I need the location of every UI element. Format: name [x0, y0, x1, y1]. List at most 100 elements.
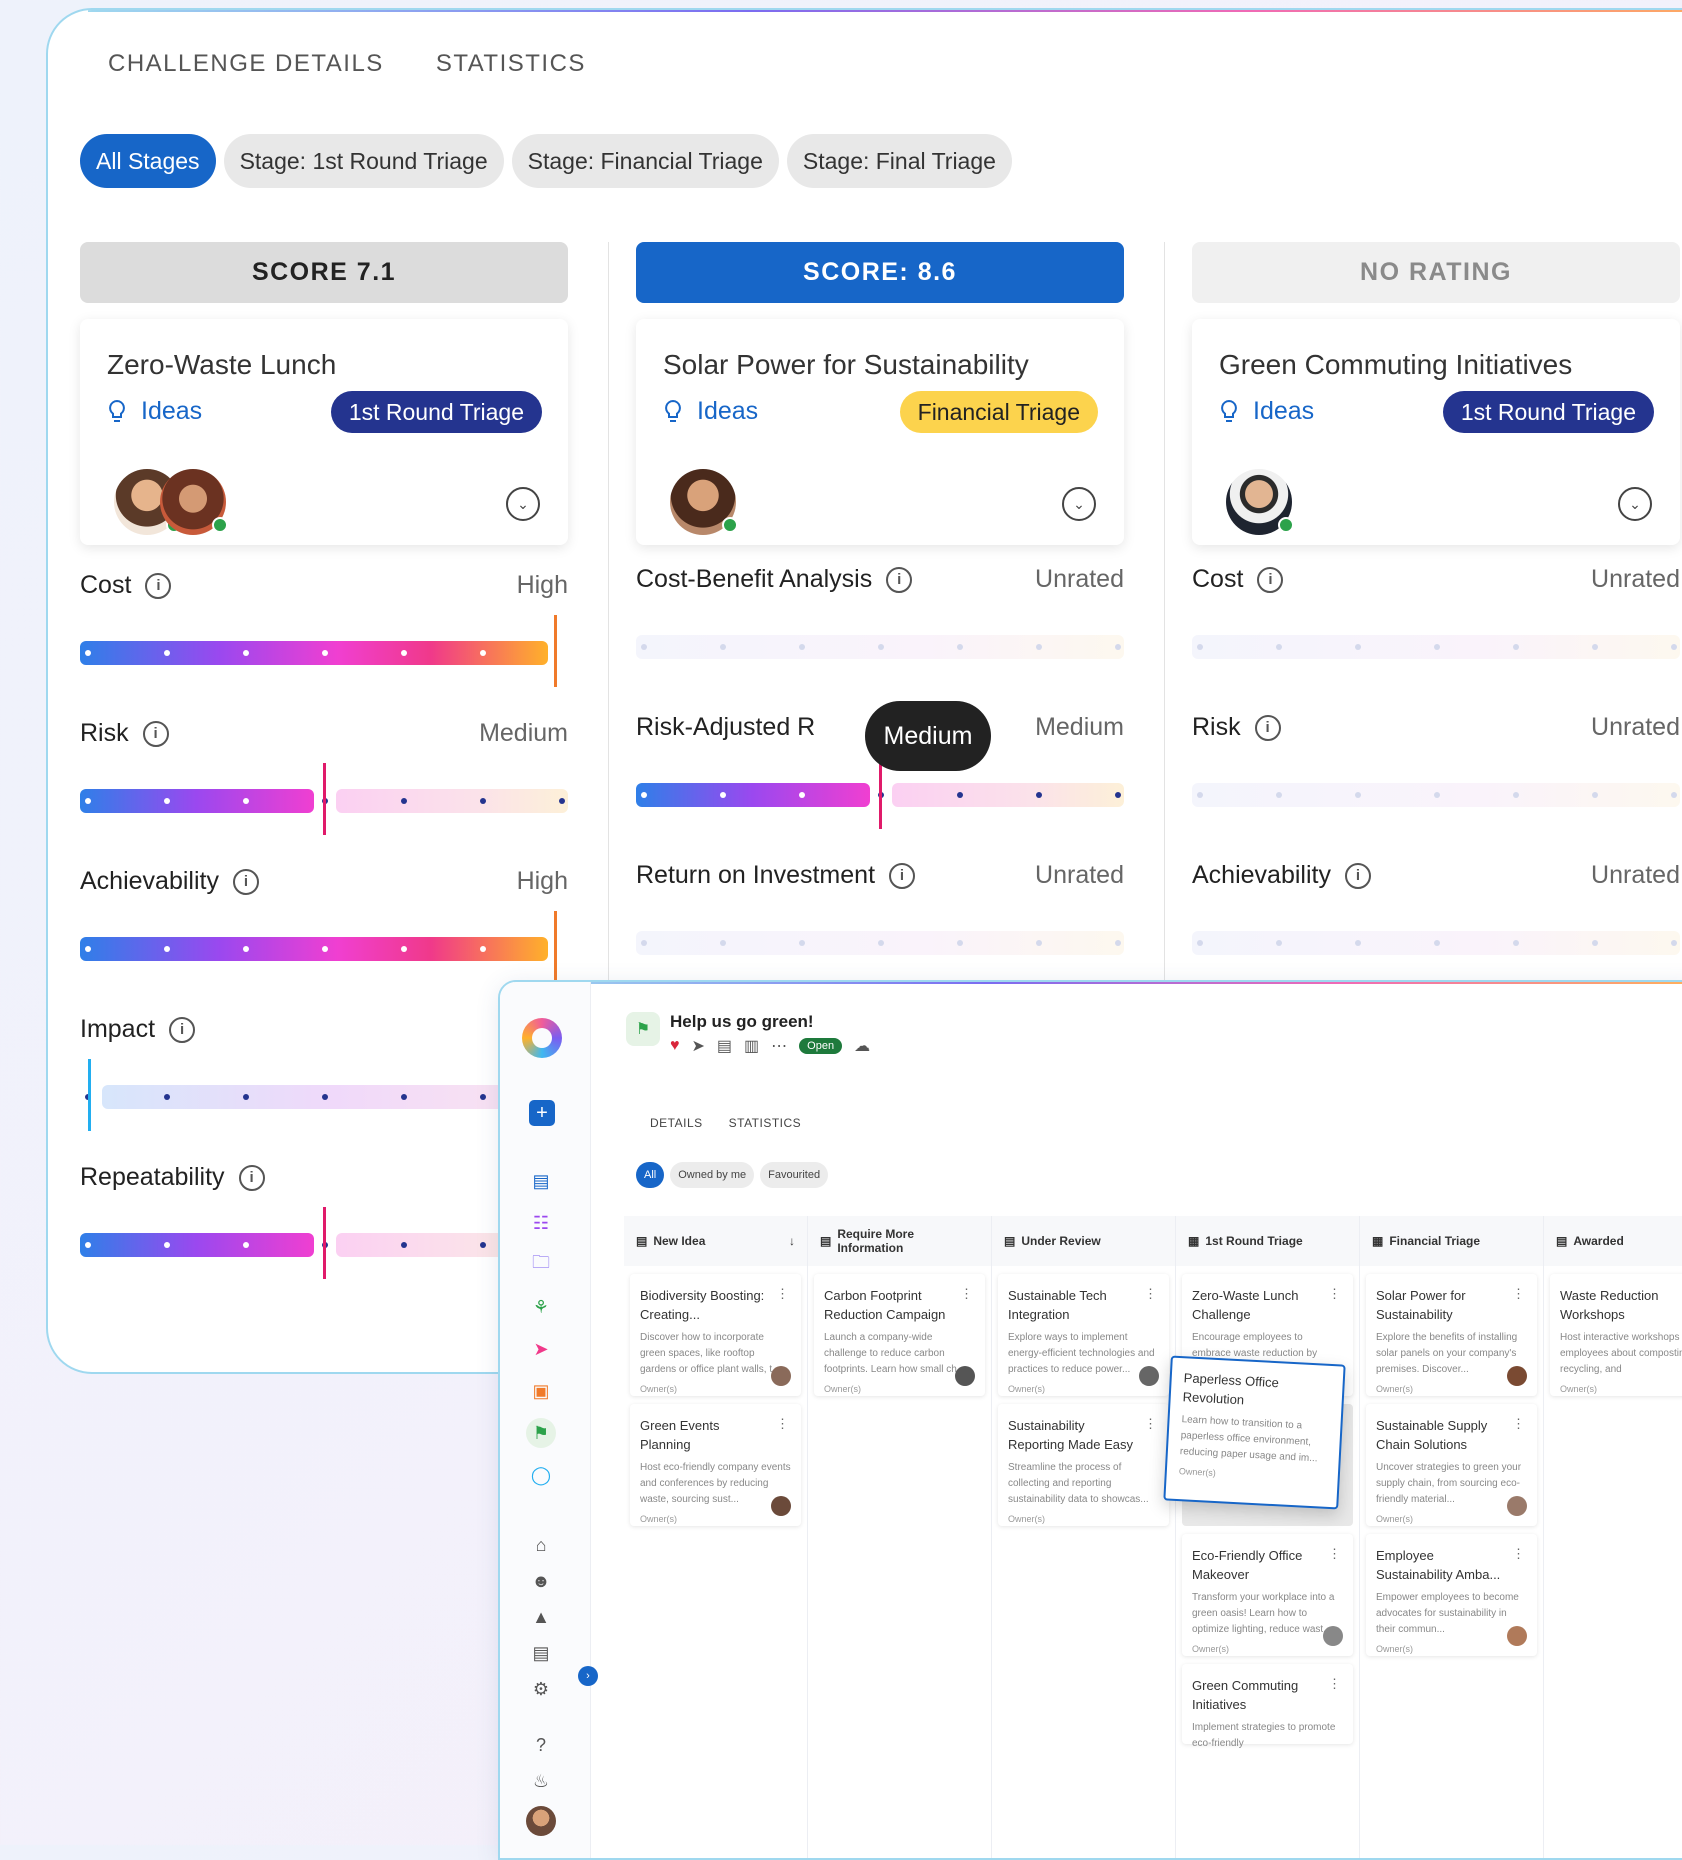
avatar[interactable]	[1507, 1496, 1527, 1516]
clipboard-icon[interactable]: ☷	[526, 1208, 556, 1238]
mountain-icon[interactable]: ▲	[526, 1602, 556, 1632]
slider-handle[interactable]	[554, 911, 557, 983]
filter-financial-triage[interactable]: Stage: Financial Triage	[511, 134, 779, 188]
more-vertical-icon[interactable]: ⋮	[1328, 1676, 1341, 1692]
create-button[interactable]: +	[529, 1100, 555, 1126]
avatar[interactable]	[160, 469, 228, 535]
lightbulb-icon[interactable]: ◯	[526, 1460, 556, 1490]
filter-all[interactable]: All	[636, 1162, 665, 1188]
avatar-group[interactable]	[1226, 469, 1294, 535]
info-icon[interactable]: i	[1257, 566, 1284, 593]
avatar[interactable]	[1139, 1366, 1159, 1386]
column-header[interactable]: ▤ Under Review	[992, 1216, 1175, 1266]
info-icon[interactable]: i	[169, 1016, 196, 1043]
comment-icon[interactable]: ▤	[717, 1036, 732, 1056]
more-vertical-icon[interactable]: ⋮	[776, 1286, 789, 1302]
tab-statistics[interactable]: STATISTICS	[729, 1116, 802, 1130]
user-icon[interactable]: ☻	[526, 1566, 556, 1596]
slider-handle[interactable]	[323, 1207, 326, 1279]
help-icon[interactable]: ?	[526, 1730, 556, 1760]
chevron-down-icon[interactable]: ⌄	[1062, 487, 1096, 521]
hierarchy-icon[interactable]: ⚘	[526, 1292, 556, 1322]
slider-handle[interactable]	[554, 615, 557, 687]
avatar[interactable]	[670, 469, 738, 535]
avatar[interactable]	[1323, 1626, 1343, 1646]
gear-icon[interactable]: ⚙	[526, 1674, 556, 1704]
home-icon[interactable]: ⌂	[526, 1530, 556, 1560]
rocket-icon[interactable]: ➤	[526, 1334, 556, 1364]
share-icon[interactable]: ➤	[692, 1036, 705, 1056]
idea-card[interactable]: Biodiversity Boosting: Creating... Discov…	[630, 1274, 801, 1396]
filter-owned-by-me[interactable]: Owned by me	[670, 1162, 755, 1188]
more-vertical-icon[interactable]: ⋮	[1144, 1286, 1157, 1302]
more-vertical-icon[interactable]: ⋮	[1328, 1286, 1341, 1302]
info-icon[interactable]: i	[232, 868, 259, 895]
more-vertical-icon[interactable]: ⋮	[1512, 1416, 1525, 1432]
column-header[interactable]: ▤ Require More Information	[808, 1216, 991, 1266]
sort-arrow-icon[interactable]: ↓	[789, 1234, 795, 1248]
chart-icon[interactable]: ▤	[526, 1638, 556, 1668]
filter-final-triage[interactable]: Stage: Final Triage	[786, 134, 1012, 188]
slider-handle[interactable]	[88, 1059, 91, 1131]
idea-card[interactable]: Green Commuting Initiatives Implement str…	[1182, 1664, 1353, 1749]
slider-handle[interactable]	[879, 757, 882, 829]
idea-card[interactable]: Green Commuting Initiatives Ideas 1st Ro…	[1192, 319, 1680, 545]
more-vertical-icon[interactable]: ⋮	[776, 1416, 789, 1432]
column-header[interactable]: ▤ New Idea ↓	[624, 1216, 807, 1266]
info-icon[interactable]: i	[238, 1164, 265, 1191]
avatar[interactable]	[771, 1496, 791, 1516]
info-icon[interactable]: i	[142, 720, 169, 747]
idea-card[interactable]: Eco-Friendly Office Makeover Transform yo…	[1182, 1534, 1353, 1656]
idea-card[interactable]: Sustainable Tech Integration Explore ways…	[998, 1274, 1169, 1396]
chevron-down-icon[interactable]: ⌄	[506, 487, 540, 521]
avatar[interactable]	[771, 1366, 791, 1386]
chevron-down-icon[interactable]: ⌄	[1618, 487, 1652, 521]
idea-category[interactable]: Ideas	[107, 397, 202, 426]
idea-card[interactable]: Waste Reduction Workshops Host interactiv…	[1550, 1274, 1682, 1396]
column-header[interactable]: ▦ Financial Triage	[1360, 1216, 1543, 1266]
info-icon[interactable]: i	[1254, 714, 1281, 741]
dashboard-icon[interactable]: ▤	[526, 1166, 556, 1196]
idea-card[interactable]: Green Events Planning Host eco-friendly c…	[630, 1404, 801, 1526]
column-header[interactable]: ▦ 1st Round Triage	[1176, 1216, 1359, 1266]
avatar[interactable]	[1507, 1626, 1527, 1646]
chart-icon[interactable]: ▥	[744, 1036, 759, 1056]
avatar[interactable]	[1226, 469, 1294, 535]
idea-card[interactable]: Zero-Waste Lunch Ideas 1st Round Triage …	[80, 319, 568, 545]
idea-category[interactable]: Ideas	[1219, 397, 1314, 426]
avatar[interactable]	[1507, 1366, 1527, 1386]
idea-card[interactable]: Carbon Footprint Reduction Campaign Launc…	[814, 1274, 985, 1396]
dragging-idea-card[interactable]: Paperless Office Revolution Learn how to…	[1163, 1355, 1346, 1510]
filter-favourited[interactable]: Favourited	[760, 1162, 829, 1188]
idea-card[interactable]: Sustainable Supply Chain Solutions Uncove…	[1366, 1404, 1537, 1526]
briefcase-icon[interactable]: ▣	[526, 1376, 556, 1406]
more-vertical-icon[interactable]: ⋮	[1512, 1546, 1525, 1562]
filter-1st-round-triage[interactable]: Stage: 1st Round Triage	[223, 134, 504, 188]
folder-icon[interactable]: 🗀	[526, 1250, 556, 1280]
tab-statistics[interactable]: STATISTICS	[436, 50, 586, 78]
column-header[interactable]: ▤ Awarded	[1544, 1216, 1682, 1266]
tab-challenge-details[interactable]: CHALLENGE DETAILS	[108, 50, 384, 78]
more-vertical-icon[interactable]: ⋮	[1144, 1416, 1157, 1432]
more-vertical-icon[interactable]: ⋮	[1328, 1546, 1341, 1562]
info-icon[interactable]: i	[145, 572, 172, 599]
bell-icon[interactable]: ♨	[526, 1766, 556, 1796]
info-icon[interactable]: i	[886, 566, 913, 593]
info-icon[interactable]: i	[1344, 862, 1371, 889]
info-icon[interactable]: i	[889, 862, 916, 889]
avatar[interactable]	[526, 1806, 556, 1836]
heart-icon[interactable]: ♥	[670, 1037, 680, 1055]
idea-category[interactable]: Ideas	[663, 397, 758, 426]
expand-sidebar-button[interactable]: ›	[578, 1666, 598, 1686]
slider-handle[interactable]	[323, 763, 326, 835]
idea-card[interactable]: Employee Sustainability Amba... Empower e…	[1366, 1534, 1537, 1656]
filter-all-stages[interactable]: All Stages	[80, 134, 216, 188]
flag-icon[interactable]: ⚑	[526, 1418, 556, 1448]
tab-details[interactable]: DETAILS	[650, 1116, 703, 1130]
idea-card[interactable]: Solar Power for Sustainability Explore th…	[1366, 1274, 1537, 1396]
app-logo[interactable]	[522, 1018, 562, 1058]
idea-card[interactable]: Solar Power for Sustainability Ideas Fin…	[636, 319, 1124, 545]
avatar-group[interactable]	[114, 469, 228, 535]
cloud-icon[interactable]: ☁	[854, 1036, 870, 1056]
more-vertical-icon[interactable]: ⋮	[1512, 1286, 1525, 1302]
